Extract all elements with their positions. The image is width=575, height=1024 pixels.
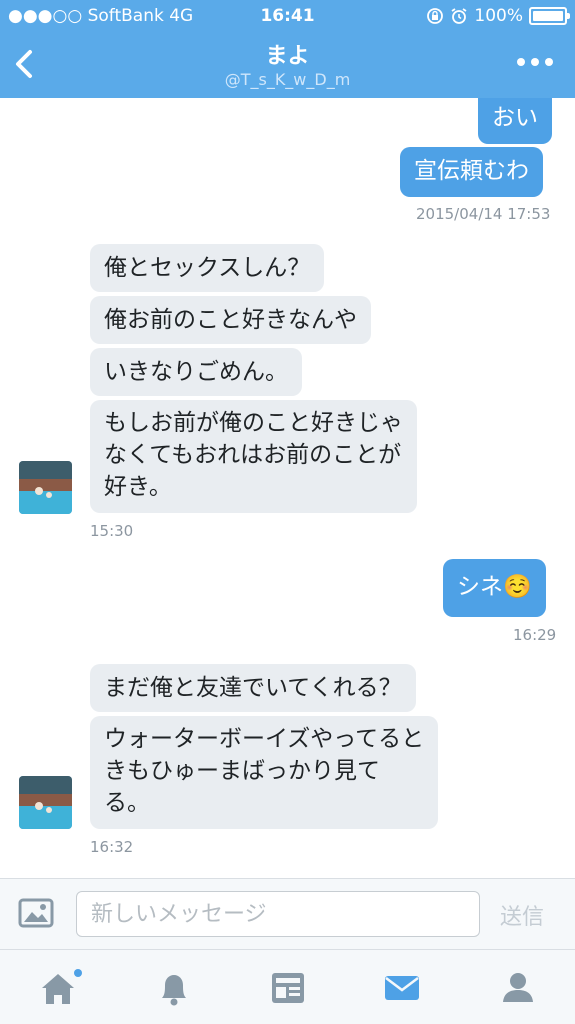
- messages-icon: [385, 976, 419, 1000]
- bell-icon: [162, 975, 186, 1006]
- alarm-icon: [451, 8, 467, 24]
- sent-message[interactable]: シネ☺️: [443, 559, 546, 617]
- battery-percent: 100%: [474, 6, 523, 26]
- avatar[interactable]: [19, 776, 72, 829]
- avatar-photo-icon: [19, 461, 72, 514]
- message-input[interactable]: [76, 891, 480, 937]
- home-icon: [42, 969, 82, 1004]
- received-message[interactable]: 俺とセックスしん？: [90, 244, 325, 292]
- message-timestamp: 16:32: [90, 838, 134, 856]
- tab-bar: [0, 950, 575, 1024]
- avatar[interactable]: [19, 461, 72, 514]
- received-message[interactable]: まだ俺と友達でいてくれる？: [90, 664, 416, 712]
- received-message[interactable]: いきなりごめん。: [90, 348, 302, 396]
- message-thread[interactable]: おい 宣伝頼むわ 2015/04/14 17:53 俺とセックスしん？ 俺お前の…: [0, 98, 575, 878]
- moments-icon: [272, 973, 304, 1003]
- received-message[interactable]: 俺お前のこと好きなんや: [90, 296, 371, 344]
- more-dot-icon: [517, 58, 525, 66]
- more-options-button[interactable]: [517, 58, 553, 66]
- tab-profile[interactable]: [498, 968, 538, 1008]
- received-message[interactable]: ウォーターボーイズやってると きもひゅーまばっかり見て る。: [90, 716, 439, 829]
- tab-notifications[interactable]: [154, 968, 194, 1008]
- more-dot-icon: [545, 58, 553, 66]
- sent-message[interactable]: 宣伝頼むわ: [400, 147, 543, 197]
- sent-message[interactable]: おい: [478, 98, 552, 144]
- image-icon: [18, 898, 54, 928]
- message-timestamp: 15:30: [90, 522, 134, 540]
- tab-home[interactable]: [38, 968, 82, 1008]
- notification-dot: [74, 969, 82, 977]
- message-timestamp: 16:29: [513, 626, 557, 644]
- chat-header: ●●●○○ SoftBank 4G 16:41 100% まよ @T_s_K_w…: [0, 0, 575, 98]
- message-composer: 送信: [0, 878, 575, 950]
- tab-moments[interactable]: [268, 968, 308, 1008]
- profile-icon: [503, 973, 533, 1002]
- battery-icon: [529, 7, 570, 25]
- message-timestamp: 2015/04/14 17:53: [416, 205, 551, 223]
- status-right: 100%: [426, 6, 570, 26]
- add-photo-button[interactable]: [18, 898, 54, 932]
- avatar-photo-icon: [19, 776, 72, 829]
- more-dot-icon: [531, 58, 539, 66]
- conversation-title: まよ: [265, 44, 310, 69]
- conversation-handle: @T_s_K_w_D_m: [224, 70, 351, 89]
- received-message[interactable]: もしお前が俺のこと好きじゃ なくてもおれはお前のことが 好き。: [90, 400, 417, 513]
- rotation-lock-icon: [427, 8, 444, 24]
- send-button[interactable]: 送信: [500, 899, 544, 931]
- tab-messages[interactable]: [382, 968, 422, 1008]
